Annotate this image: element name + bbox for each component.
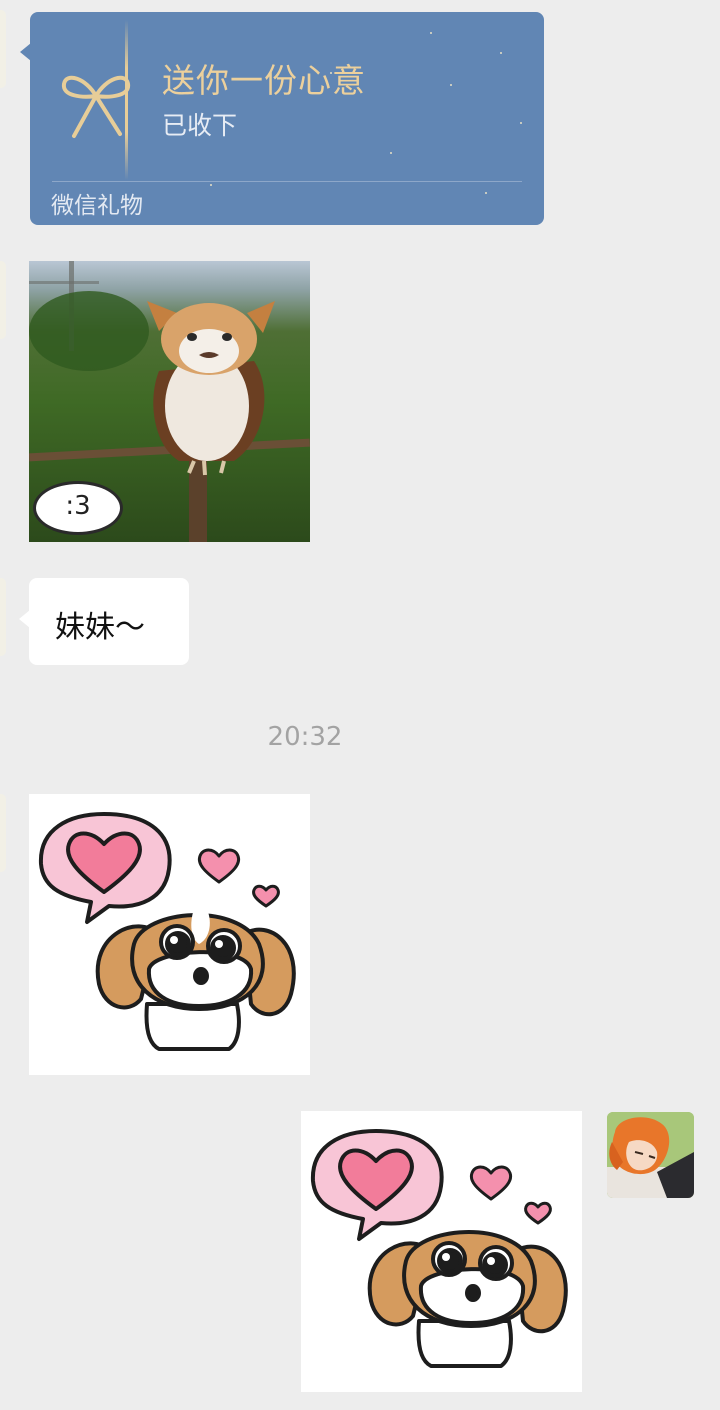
sparkle: [330, 72, 332, 74]
sparkle: [500, 52, 502, 54]
gift-status: 已收下: [162, 111, 238, 140]
sender-avatar-edge[interactable]: [0, 10, 6, 88]
divider: [52, 181, 522, 182]
my-avatar[interactable]: [607, 1112, 694, 1198]
sender-avatar-edge[interactable]: [0, 261, 6, 339]
gift-card-message[interactable]: 送你一份心意 已收下 微信礼物: [30, 12, 544, 225]
cat-bird-sticker[interactable]: :3: [29, 261, 310, 542]
sparkle: [430, 32, 432, 34]
dog-heart-sticker[interactable]: [29, 794, 310, 1075]
sticker-caption: :3: [33, 481, 123, 535]
sparkle: [210, 184, 212, 186]
sparkle: [520, 122, 522, 124]
sparkle: [390, 152, 392, 154]
sender-avatar-edge[interactable]: [0, 794, 6, 872]
message-bubble[interactable]: 妹妹～: [29, 578, 189, 665]
sender-avatar-edge[interactable]: [0, 578, 6, 656]
gift-title: 送你一份心意: [162, 61, 366, 100]
anime-character-avatar: [607, 1112, 694, 1198]
dog-heart-illustration: [38, 812, 296, 1051]
gift-source-label: 微信礼物: [51, 193, 143, 219]
sparkle: [450, 84, 452, 86]
dog-heart-illustration: [310, 1129, 568, 1368]
ribbon-bow-icon: [61, 75, 131, 138]
dog-heart-sticker-sent[interactable]: [301, 1111, 582, 1392]
sparkle: [485, 192, 487, 194]
timestamp: 20:32: [267, 722, 343, 752]
message-text: 妹妹～: [55, 610, 145, 645]
